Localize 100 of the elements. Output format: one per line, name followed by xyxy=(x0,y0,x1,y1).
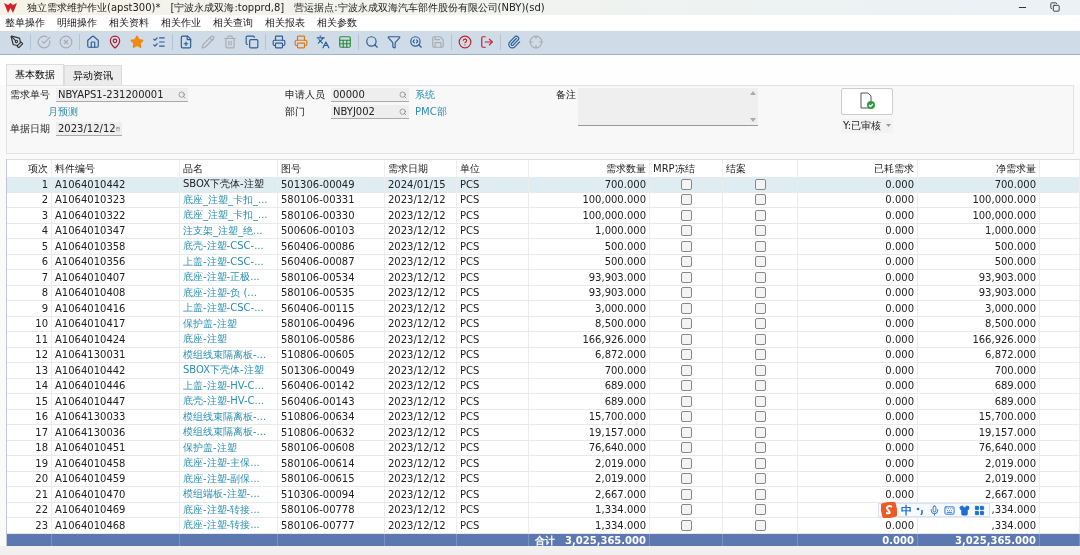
checkbox[interactable] xyxy=(680,287,692,299)
sign-tool-button[interactable] xyxy=(9,34,25,51)
shirt-icon[interactable] xyxy=(959,504,970,516)
applicant-field[interactable]: 00000 xyxy=(331,88,409,102)
checkbox[interactable] xyxy=(680,380,692,392)
table-row[interactable]: 7 A1064010407 底座-注塑-正极... 580106-00534 2023/12/12 PCS 93,903.000 0.000 93,903.000 xyxy=(7,270,1080,286)
checkbox[interactable] xyxy=(754,473,766,485)
checkbox[interactable] xyxy=(754,318,766,330)
checkbox[interactable] xyxy=(754,333,766,345)
translate-tool-button[interactable] xyxy=(315,34,331,51)
menu-item[interactable]: 相关资料 xyxy=(109,15,149,30)
scroll-up-icon[interactable] xyxy=(750,90,756,95)
print-tool-button[interactable] xyxy=(271,34,287,51)
approval-status-button[interactable] xyxy=(841,87,893,115)
menu-item[interactable]: 相关作业 xyxy=(161,15,201,30)
menu-item[interactable]: 相关查询 xyxy=(213,15,253,30)
checkbox[interactable] xyxy=(680,442,692,454)
table-row[interactable]: 19 A1064010458 底座-注塑-主保... 580106-00614 2023/12/12 PCS 2,019.000 0.000 2,019.000 xyxy=(7,456,1080,472)
checkbox[interactable] xyxy=(680,194,692,206)
checkbox[interactable] xyxy=(754,488,766,500)
table-row[interactable]: 15 A1064010447 底壳-注塑-HV-C... 560406-00143 2023/12/12 PCS 689.000 0.000 689.000 xyxy=(7,394,1080,410)
checkbox[interactable] xyxy=(754,380,766,392)
help-tool-button[interactable] xyxy=(457,34,473,51)
tab[interactable]: 基本数据 xyxy=(6,63,64,85)
checkbox[interactable] xyxy=(754,256,766,268)
checkbox[interactable] xyxy=(680,426,692,438)
checkbox[interactable] xyxy=(754,411,766,423)
checkbox[interactable] xyxy=(680,302,692,314)
table-row[interactable]: 17 A1064130036 模组线束隔离板-... 510806-00632 2023/12/12 PCS 19,157.000 0.000 19,157.000 xyxy=(7,425,1080,441)
table-row[interactable]: 9 A1064010416 上盖-注塑-CSC-... 560406-00115 2023/12/12 PCS 3,000.000 0.000 3,000.000 xyxy=(7,301,1080,317)
checkbox[interactable] xyxy=(680,318,692,330)
menu-item[interactable]: 整单操作 xyxy=(5,15,45,30)
checkbox[interactable] xyxy=(680,504,692,516)
checkbox[interactable] xyxy=(680,457,692,469)
checkbox[interactable] xyxy=(680,349,692,361)
print2-tool-button[interactable] xyxy=(293,34,309,51)
add-tool-button[interactable] xyxy=(178,34,194,51)
table-row[interactable]: 13 A1064010442 SBOX下壳体-注塑 501306-00049 2023/12/12 PCS 700.000 0.000 700.000 xyxy=(7,363,1080,379)
checkbox[interactable] xyxy=(754,442,766,454)
input-mode-toggle[interactable]: 中 xyxy=(901,502,912,518)
checkbox[interactable] xyxy=(680,240,692,252)
lookup-icon[interactable] xyxy=(399,90,407,99)
table-row[interactable]: 11 A1064010424 底座-注塑 580106-00586 2023/12/12 PCS 166,926.000 0.000 166,926.000 xyxy=(7,332,1080,348)
doc-number-field[interactable]: NBYAPS1-231200001 xyxy=(56,88,188,102)
search-tool-button[interactable] xyxy=(364,34,380,51)
checkbox[interactable] xyxy=(754,395,766,407)
checkbox[interactable] xyxy=(754,287,766,299)
checkbox[interactable] xyxy=(754,504,766,516)
checkbox[interactable] xyxy=(754,194,766,206)
checkbox[interactable] xyxy=(754,457,766,469)
scroll-down-icon[interactable] xyxy=(750,117,756,122)
checkbox[interactable] xyxy=(680,395,692,407)
excel-tool-button[interactable] xyxy=(337,34,353,51)
tab[interactable]: 异动资讯 xyxy=(64,64,122,85)
home-tool-button[interactable] xyxy=(85,34,101,51)
table-row[interactable]: 3 A1064010322 底座_注塑_卡扣_... 580106-00330 2023/12/12 PCS 100,000.000 0.000 100,000.000 xyxy=(7,208,1080,224)
punctuation-icon[interactable] xyxy=(916,505,925,515)
checkbox[interactable] xyxy=(754,302,766,314)
restore-icon[interactable] xyxy=(1050,2,1060,12)
table-row[interactable]: 21 A1064010470 模组端板-注塑-... 510306-00094 2023/12/12 PCS 2,667.000 0.000 2,667.000 xyxy=(7,487,1080,503)
table-row[interactable]: 5 A1064010358 底壳-注塑-CSC-... 560406-00086 2023/12/12 PCS 500.000 0.000 500.000 xyxy=(7,239,1080,255)
menu-item[interactable]: 明细操作 xyxy=(57,15,97,30)
pin-tool-button[interactable] xyxy=(107,34,123,51)
checkbox[interactable] xyxy=(680,209,692,221)
status-dropdown[interactable]: Y:已审核 xyxy=(841,118,893,133)
microphone-icon[interactable] xyxy=(929,504,940,516)
date-field[interactable]: 2023/12/12 xyxy=(56,122,122,136)
checkbox[interactable] xyxy=(680,488,692,500)
query-tool-button[interactable] xyxy=(408,34,424,51)
input-method-logo-icon[interactable] xyxy=(881,502,897,518)
checkbox[interactable] xyxy=(680,178,692,190)
filter-tool-button[interactable] xyxy=(386,34,402,51)
checkbox[interactable] xyxy=(754,178,766,190)
remark-field[interactable] xyxy=(578,87,758,126)
lookup-icon[interactable] xyxy=(178,90,186,99)
checkbox[interactable] xyxy=(754,519,766,531)
checkbox[interactable] xyxy=(680,333,692,345)
checkbox[interactable] xyxy=(680,519,692,531)
checkbox[interactable] xyxy=(754,426,766,438)
checkbox[interactable] xyxy=(754,209,766,221)
calendar-icon[interactable] xyxy=(115,124,120,133)
department-field[interactable]: NBYJ002 xyxy=(331,105,409,119)
exit-tool-button[interactable] xyxy=(479,34,495,51)
star-tool-button[interactable] xyxy=(129,34,145,51)
grid-icon[interactable] xyxy=(974,504,985,516)
menu-item[interactable]: 相关报表 xyxy=(265,15,305,30)
menu-item[interactable]: 相关参数 xyxy=(317,15,357,30)
attach-tool-button[interactable] xyxy=(506,34,522,51)
checkbox[interactable] xyxy=(680,411,692,423)
checkbox[interactable] xyxy=(754,364,766,376)
table-row[interactable]: 23 A1064010468 底座-注塑-转接... 580106-00777 2023/12/12 PCS 1,334.000 0.000 ,334.000 xyxy=(7,518,1080,534)
keyboard-icon[interactable] xyxy=(944,504,955,516)
checkbox[interactable] xyxy=(680,271,692,283)
checkbox[interactable] xyxy=(754,240,766,252)
checkbox[interactable] xyxy=(680,225,692,237)
checkbox[interactable] xyxy=(680,256,692,268)
checkbox[interactable] xyxy=(754,271,766,283)
copy-tool-button[interactable] xyxy=(244,34,260,51)
checkbox[interactable] xyxy=(680,364,692,376)
table-row[interactable]: 1 A1064010442 SBOX下壳体-注塑 501306-00049 2024/01/15 PCS 700.000 0.000 700.000 xyxy=(7,177,1080,193)
